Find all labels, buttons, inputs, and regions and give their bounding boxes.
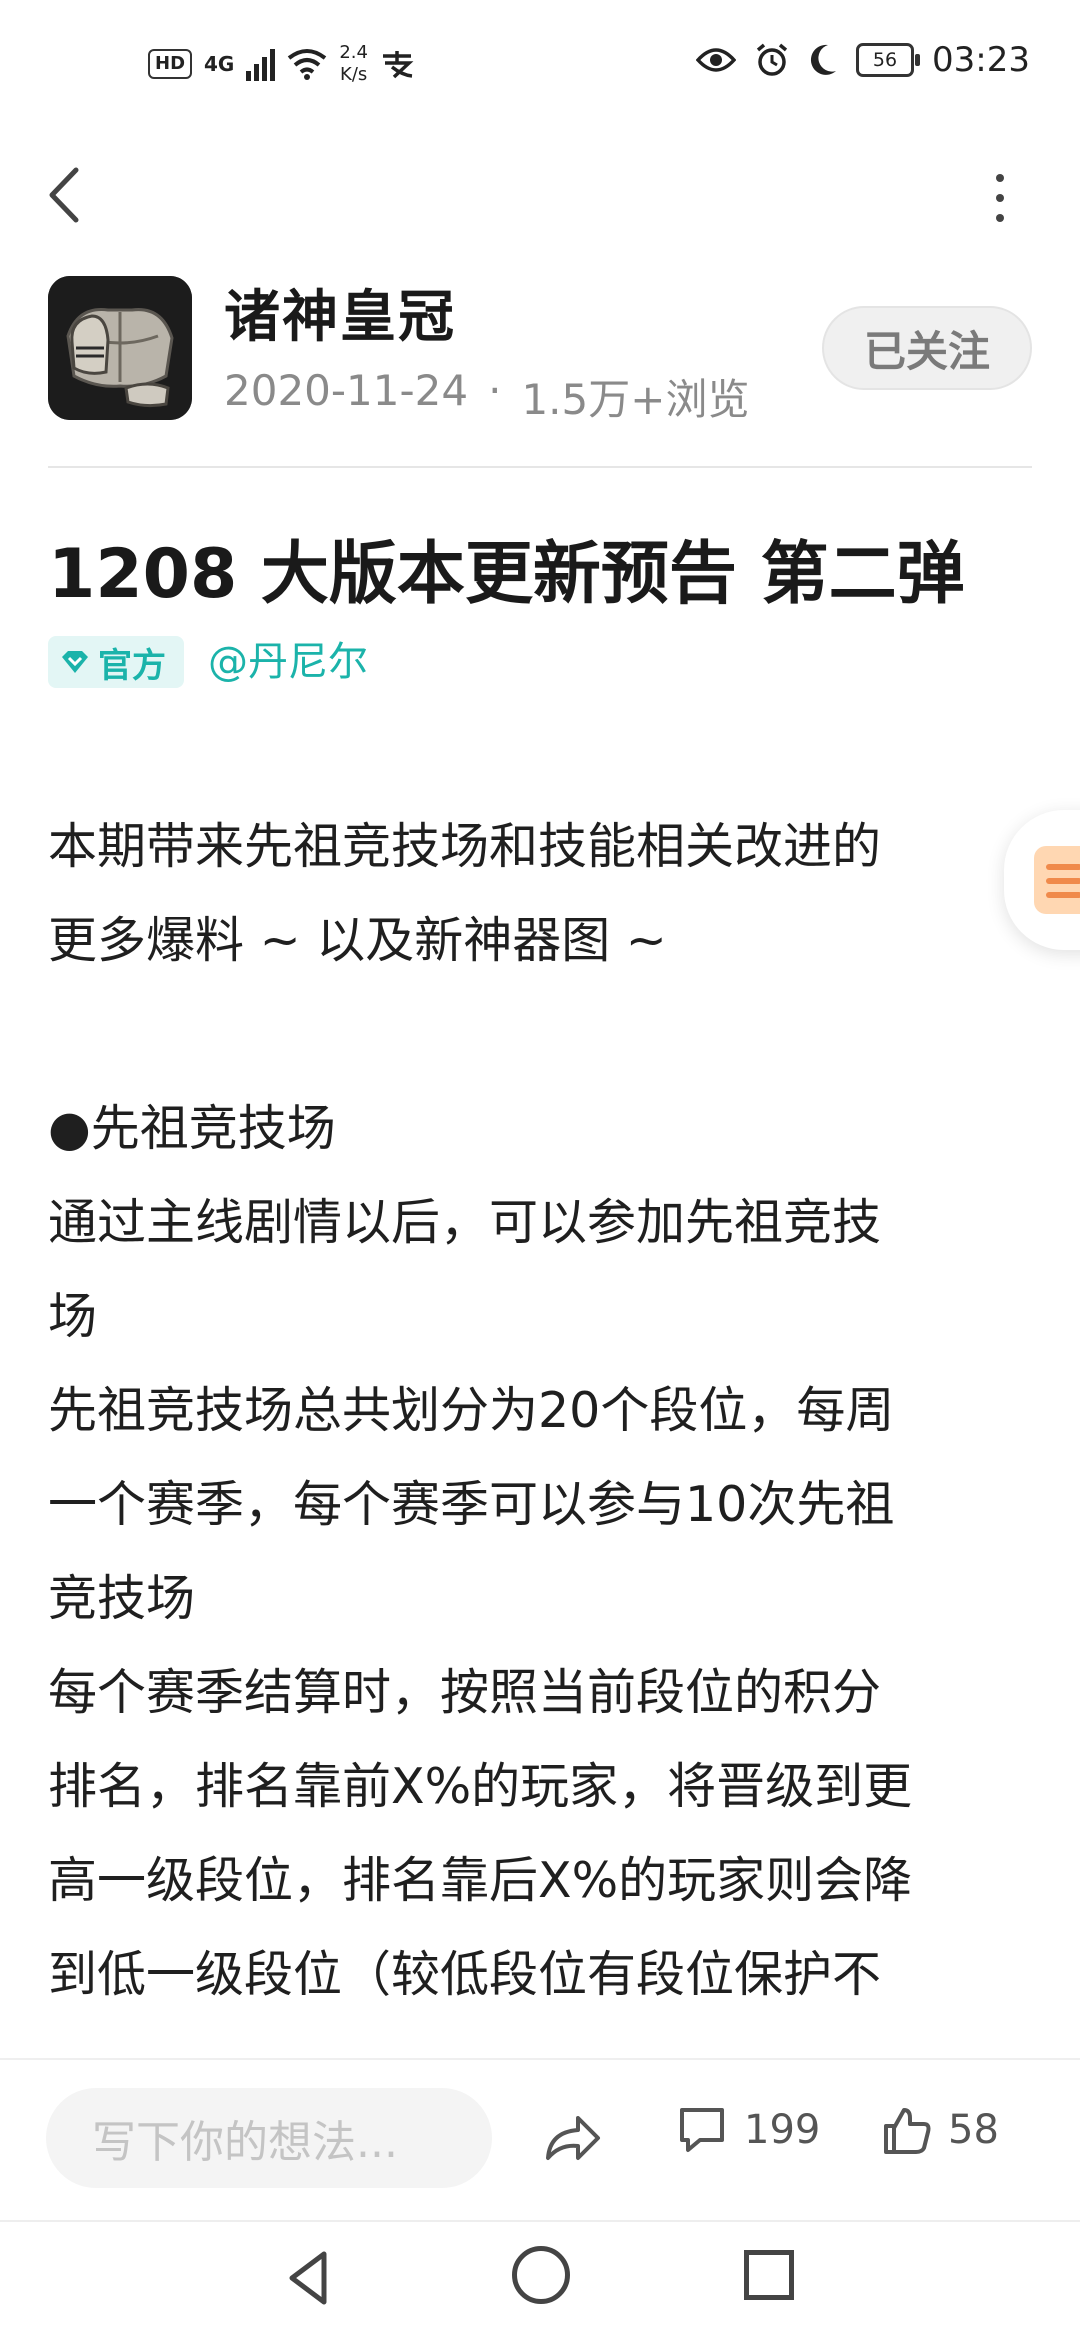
author-name[interactable]: 诸神皇冠 [224, 272, 456, 353]
battery-icon: 56 [856, 43, 921, 77]
comment-count: 199 [744, 2107, 821, 2153]
body-line: 排名，排名靠前X%的玩家，将晋级到更 [48, 1758, 913, 1815]
body-line: 先祖竞技场总共划分为20个段位，每周 [48, 1382, 895, 1439]
hd-icon: HD [148, 49, 193, 79]
status-bar: HD 4G 2.4 K/s 56 03:23 [0, 0, 1080, 130]
diamond-check-icon [62, 651, 88, 673]
like-button[interactable]: 58 [880, 2104, 999, 2156]
body-line: 通过主线剧情以后，可以参加先祖竞技 [48, 1194, 882, 1251]
body-line: 竞技场 [48, 1570, 196, 1627]
avatar[interactable] [48, 276, 192, 420]
post-title: 1208 大版本更新预告 第二弹 [48, 535, 965, 614]
status-left: HD 4G 2.4 K/s [148, 42, 414, 86]
signal-icon [246, 47, 276, 81]
divider [48, 466, 1032, 468]
nav-back-icon[interactable] [280, 2248, 340, 2308]
comment-button[interactable]: 199 [676, 2104, 820, 2156]
body-line: 到低一级段位（较低段位有段位保护不 [48, 1946, 882, 2003]
wifi-icon [288, 49, 327, 80]
section-title: ●先祖竞技场 [48, 1100, 336, 1157]
body-line: 高一级段位，排名靠后X%的玩家则会降 [48, 1852, 913, 1909]
notes-icon [1034, 846, 1080, 914]
moon-icon [810, 44, 837, 75]
net-speed: 2.4 K/s [339, 42, 368, 86]
thumbs-up-icon [884, 2108, 931, 2154]
back-arrow-icon[interactable] [40, 160, 90, 230]
share-icon[interactable] [540, 2106, 604, 2170]
comment-icon [680, 2108, 724, 2152]
post-date: 2020-11-24 [224, 366, 469, 415]
network-type: 4G [204, 52, 235, 76]
post-meta: 2020-11-24 · 1.5万+浏览 [224, 366, 749, 427]
status-right: 56 03:23 [696, 40, 1030, 80]
nav-recents-icon[interactable] [744, 2250, 794, 2300]
clock: 03:23 [932, 40, 1030, 80]
follow-button[interactable]: 已关注 [822, 306, 1032, 390]
author-mention[interactable]: @丹尼尔 [208, 636, 368, 688]
comment-input[interactable]: 写下你的想法... [46, 2088, 492, 2188]
net-speed-value: 2.4 [339, 42, 368, 63]
nav-home-icon[interactable] [512, 2246, 570, 2304]
body-line: 场 [48, 1288, 98, 1345]
alipay-icon [383, 51, 414, 79]
body-line: 本期带来先祖竞技场和技能相关改进的 [48, 818, 882, 875]
more-options-icon[interactable] [980, 168, 1020, 228]
body-line: 更多爆料 ~ 以及新神器图 ~ [48, 912, 667, 969]
like-count: 58 [948, 2107, 999, 2153]
body-line: 每个赛季结算时，按照当前段位的积分 [48, 1664, 882, 1721]
meta-separator: · [488, 366, 502, 415]
body-line: 一个赛季，每个赛季可以参与10次先祖 [48, 1476, 895, 1533]
eye-icon [696, 48, 737, 72]
net-speed-unit: K/s [340, 64, 368, 85]
post-body: 本期带来先祖竞技场和技能相关改进的 更多爆料 ~ 以及新神器图 ~ ●先祖竞技场… [48, 800, 1038, 2022]
alarm-icon [756, 43, 788, 76]
armor-icon [48, 276, 192, 420]
view-count: 1.5万+浏览 [521, 375, 750, 424]
official-badge-label: 官方 [98, 645, 166, 686]
official-badge: 官方 [48, 636, 184, 688]
